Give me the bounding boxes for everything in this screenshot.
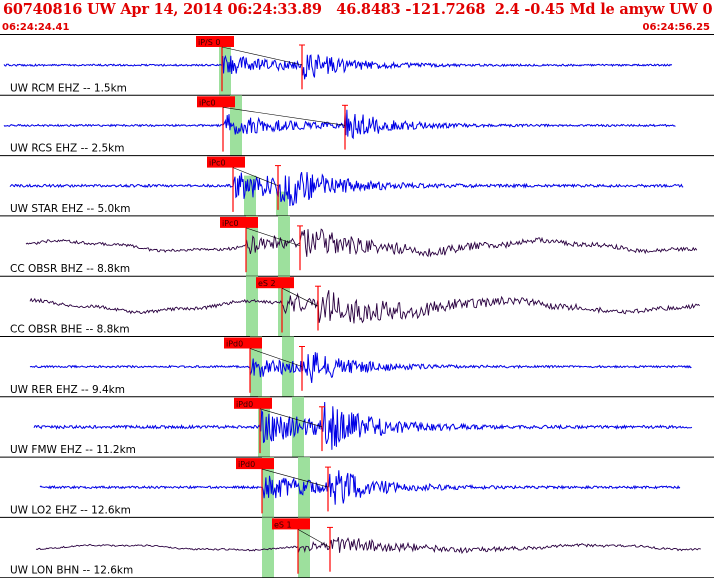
pick-label: iPc0 (199, 98, 216, 107)
station-label: UW LO2 EHZ -- 12.6km (10, 504, 131, 516)
pick-label: eS 2 (258, 279, 276, 288)
pick-label: eS 1 (274, 520, 292, 529)
waveform (3, 109, 676, 140)
trace-row: eS 1 UW LON BHN -- 12.6km (0, 517, 714, 578)
station-label: CC OBSR BHZ -- 8.8km (10, 263, 130, 275)
trace-row: iPd0 UW RER EHZ -- 9.4km (0, 336, 714, 398)
pick-label: iPd0 (236, 400, 253, 409)
waveform (29, 290, 700, 324)
trace-row: eS 2 CC OBSR BHE -- 8.8km (0, 276, 714, 337)
trace-row: iPc0 CC OBSR BHZ -- 8.8km (0, 215, 714, 277)
end-time: 06:24:56.25 (642, 22, 710, 33)
station-label: UW RER EHZ -- 9.4km (10, 384, 125, 396)
seismogram-panel: iP/S 0 UW RCM EHZ -- 1.5km iPc0 UW RCS EHZ … (0, 36, 714, 578)
event-title: 60740816 UW Apr 14, 2014 06:24:33.89 46.… (3, 1, 714, 18)
trace-row: iPd0 UW FMW EHZ -- 11.2km (0, 396, 714, 458)
start-time: 06:24:24.41 (2, 22, 70, 33)
waveform (33, 401, 693, 450)
station-label: UW RCM EHZ -- 1.5km (10, 82, 127, 94)
pick-label: iPc0 (209, 159, 226, 168)
pick-label: iPc0 (222, 219, 239, 228)
record-header: 60740816 UW Apr 14, 2014 06:24:33.89 46.… (0, 0, 714, 35)
waveform (9, 172, 684, 207)
waveform (39, 470, 681, 505)
station-label: UW LON BHN -- 12.6km (10, 565, 133, 577)
waveform (25, 228, 698, 258)
station-label: UW RCS EHZ -- 2.5km (10, 143, 125, 155)
station-label: UW FMW EHZ -- 11.2km (10, 444, 136, 456)
trace-row: iPc0 UW RCS EHZ -- 2.5km (0, 95, 714, 157)
waveform (3, 54, 673, 80)
trace-row: iPc0 UW STAR EHZ -- 5.0km (0, 156, 714, 217)
trace-row: iP/S 0 UW RCM EHZ -- 1.5km (0, 36, 714, 96)
station-label: CC OBSR BHE -- 8.8km (10, 324, 130, 336)
pick-label: iPd0 (238, 460, 255, 469)
pick-label: iPd0 (226, 340, 243, 349)
pick-label: iP/S 0 (198, 38, 220, 47)
station-label: UW STAR EHZ -- 5.0km (10, 203, 130, 215)
waveform (35, 536, 701, 555)
trace-row: iPd0 UW LO2 EHZ -- 12.6km (0, 457, 714, 518)
waveform (29, 352, 692, 383)
